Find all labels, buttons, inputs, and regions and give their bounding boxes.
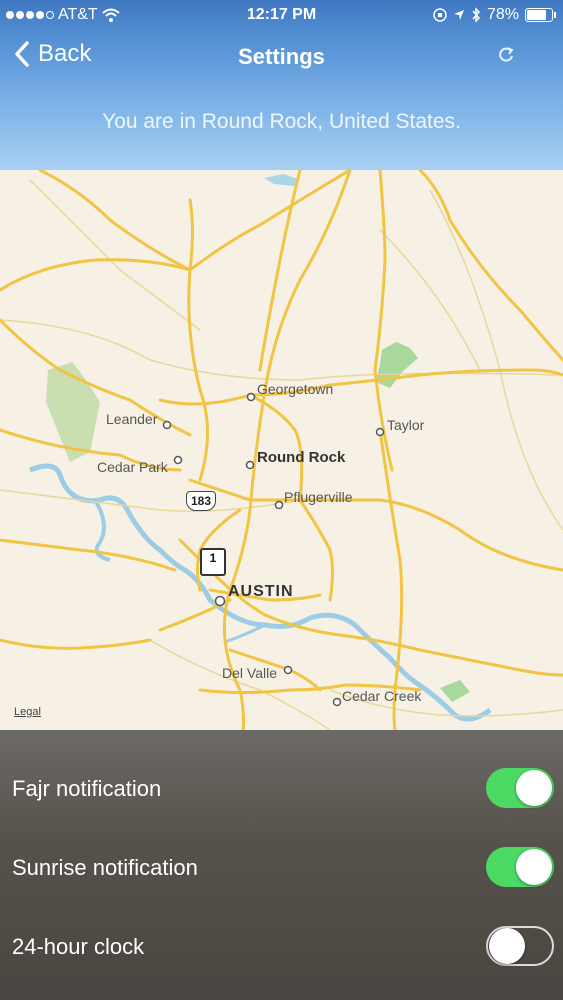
page-title: Settings (238, 44, 325, 69)
orientation-lock-icon (433, 8, 447, 22)
sunrise-notification-toggle[interactable] (486, 847, 554, 887)
refresh-icon[interactable] (497, 46, 515, 64)
setting-row-fajr: Fajr notification (0, 760, 563, 820)
city-label-leander: Leander (106, 411, 158, 427)
park-shape (440, 680, 470, 702)
location-text: You are in Round Rock, United States. (102, 110, 461, 133)
setting-label: Fajr notification (12, 776, 162, 801)
toggle-knob (516, 849, 552, 885)
lake-shape (264, 174, 300, 186)
city-label-taylor: Taylor (387, 417, 425, 433)
location-arrow-icon (453, 10, 464, 20)
setting-label: 24-hour clock (12, 934, 145, 959)
city-label-georgetown: Georgetown (257, 381, 334, 397)
highway-1-shield: 1 (200, 548, 226, 576)
toggle-knob (489, 928, 525, 964)
fajr-notification-toggle[interactable] (486, 768, 554, 808)
city-label-round-rock: Round Rock (257, 449, 346, 466)
settings-panel: Fajr notification Sunrise notification 2… (0, 730, 563, 1000)
header: AT&T 12:17 PM 78% Back Settings You are … (0, 0, 563, 170)
toggle-knob (516, 770, 552, 806)
battery-icon (525, 8, 556, 22)
bluetooth-icon (472, 7, 480, 23)
city-label-cedar-park: Cedar Park (97, 459, 168, 475)
status-bar: AT&T 12:17 PM 78% (0, 0, 563, 30)
24-hour-clock-toggle[interactable] (486, 926, 554, 966)
battery-percent: 78% (486, 6, 519, 23)
nav-bar: Back Settings (0, 38, 563, 78)
status-right: 78% (433, 6, 556, 24)
city-markers (162, 392, 385, 707)
city-label-del-valle: Del Valle (222, 665, 277, 681)
setting-row-24-hour: 24-hour clock (0, 918, 563, 978)
map-view[interactable]: Georgetown Leander Taylor Cedar Park Rou… (0, 170, 563, 730)
city-label-pflugerville: Pflugerville (284, 489, 353, 505)
city-label-austin: AUSTIN (228, 583, 294, 600)
setting-row-sunrise: Sunrise notification (0, 839, 563, 899)
city-label-cedar-creek: Cedar Creek (342, 688, 422, 704)
highway-183-shield: 183 (186, 491, 217, 511)
river-shape (224, 623, 266, 644)
park-shape (376, 342, 418, 388)
setting-label: Sunrise notification (12, 855, 198, 880)
legal-link[interactable]: Legal (14, 706, 41, 718)
